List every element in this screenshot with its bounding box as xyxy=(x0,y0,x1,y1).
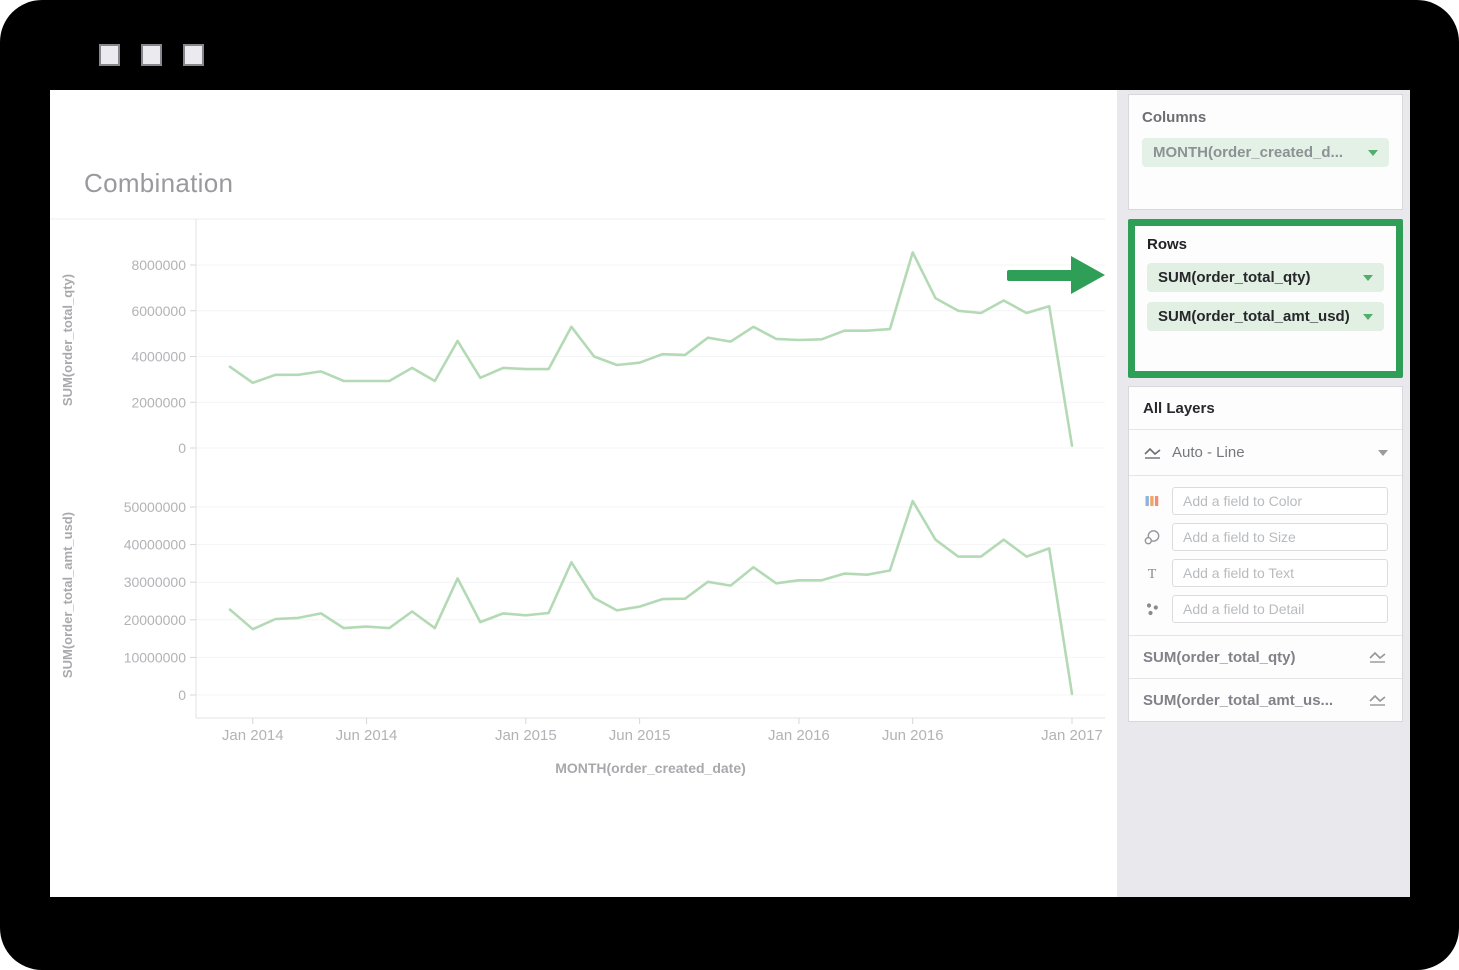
y-tick-label: 0 xyxy=(178,440,186,456)
y-tick-label: 50000000 xyxy=(124,499,187,515)
rows-field-pill-amt[interactable]: SUM(order_total_amt_usd) xyxy=(1147,302,1384,331)
window-control-button[interactable] xyxy=(141,44,162,66)
chevron-down-icon xyxy=(1363,314,1373,320)
layer-type-label: Auto - Line xyxy=(1172,444,1245,461)
chevron-down-icon xyxy=(1363,275,1373,281)
annotation-arrow-icon xyxy=(1005,254,1107,296)
y-axis-title: SUM(order_total_amt_usd) xyxy=(60,512,75,678)
rows-panel: Rows SUM(order_total_qty) SUM(order_tota… xyxy=(1128,219,1403,378)
detail-shelf-row xyxy=(1143,595,1388,623)
x-tick-label: Jun 2015 xyxy=(609,727,671,744)
x-tick-label: Jan 2015 xyxy=(495,727,557,744)
y-tick-label: 30000000 xyxy=(124,574,187,590)
y-tick-label: 6000000 xyxy=(131,303,186,319)
window-control-button[interactable] xyxy=(99,44,120,66)
worksheet-area: Combination 0200000040000006000000800000… xyxy=(50,90,1117,897)
y-axis-title: SUM(order_total_qty) xyxy=(60,274,75,406)
rows-field-pill-qty[interactable]: SUM(order_total_qty) xyxy=(1147,263,1384,292)
screenshot-canvas: Combination 0200000040000006000000800000… xyxy=(0,0,1459,970)
y-tick-label: 4000000 xyxy=(131,349,186,365)
y-tick-label: 20000000 xyxy=(124,612,187,628)
x-tick-label: Jan 2017 xyxy=(1041,727,1103,744)
detail-field-input[interactable] xyxy=(1172,595,1388,623)
chevron-down-icon xyxy=(1378,450,1388,456)
size-field-input[interactable] xyxy=(1172,523,1388,551)
columns-field-label: MONTH(order_created_d... xyxy=(1153,144,1343,161)
columns-header: Columns xyxy=(1142,109,1389,126)
all-layers-panel: All Layers Auto - Line xyxy=(1128,386,1403,722)
y-tick-label: 2000000 xyxy=(131,394,186,410)
size-circles-icon xyxy=(1143,529,1161,545)
rows-field-label: SUM(order_total_amt_usd) xyxy=(1158,308,1350,325)
svg-text:T: T xyxy=(1148,567,1157,581)
encoding-shelves: T xyxy=(1129,476,1402,636)
window-control-button[interactable] xyxy=(183,44,204,66)
data-line xyxy=(230,252,1072,445)
x-axis-title: MONTH(order_created_date) xyxy=(555,760,746,776)
all-layers-header: All Layers xyxy=(1129,387,1402,430)
usd-subplot: 0 10000000 20000000 30000000 40000000 5000000… xyxy=(60,499,1105,703)
y-tick-label: 10000000 xyxy=(124,649,187,665)
measure-row-amt[interactable]: SUM(order_total_amt_us... xyxy=(1129,679,1402,721)
x-tick-label: Jan 2014 xyxy=(222,727,284,744)
color-bars-icon xyxy=(1143,493,1161,509)
measure-label: SUM(order_total_qty) xyxy=(1143,649,1296,666)
x-tick-label: Jun 2016 xyxy=(882,727,944,744)
detail-dots-icon xyxy=(1143,601,1161,617)
y-tick-label: 8000000 xyxy=(131,257,186,273)
shelf-sidebar: Columns MONTH(order_created_d... Rows SU… xyxy=(1117,90,1410,897)
line-chart-icon xyxy=(1368,693,1388,707)
color-field-input[interactable] xyxy=(1172,487,1388,515)
qty-subplot: 0 2000000 4000000 6000000 8000000 SUM(order_t… xyxy=(60,252,1105,456)
data-line xyxy=(230,501,1072,694)
y-tick-label: 0 xyxy=(178,687,186,703)
columns-panel: Columns MONTH(order_created_d... xyxy=(1128,94,1403,210)
rows-field-label: SUM(order_total_qty) xyxy=(1158,269,1311,286)
line-chart-icon xyxy=(1368,650,1388,664)
measure-row-qty[interactable]: SUM(order_total_qty) xyxy=(1129,636,1402,679)
size-shelf-row xyxy=(1143,523,1388,551)
measure-label: SUM(order_total_amt_us... xyxy=(1143,692,1333,709)
x-tick-label: Jun 2014 xyxy=(336,727,398,744)
columns-field-pill[interactable]: MONTH(order_created_d... xyxy=(1142,138,1389,167)
color-shelf-row xyxy=(1143,487,1388,515)
text-shelf-row: T xyxy=(1143,559,1388,587)
line-chart-icon xyxy=(1143,446,1163,460)
rows-header: Rows xyxy=(1147,236,1384,253)
text-t-icon: T xyxy=(1143,565,1161,581)
x-tick-label: Jan 2016 xyxy=(768,727,830,744)
combination-line-chart: 0 2000000 4000000 6000000 8000000 SUM(order_t… xyxy=(50,90,1117,897)
layer-type-dropdown[interactable]: Auto - Line xyxy=(1129,430,1402,476)
chevron-down-icon xyxy=(1368,150,1378,156)
text-field-input[interactable] xyxy=(1172,559,1388,587)
y-tick-label: 40000000 xyxy=(124,537,187,553)
